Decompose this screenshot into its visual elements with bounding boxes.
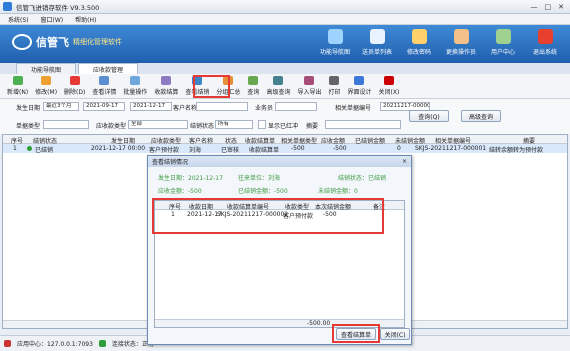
salesman-input[interactable]	[275, 102, 317, 111]
title-bar: 信管飞进销存软件 V9.3.500 — □ ✕	[0, 0, 570, 14]
table-row[interactable]: 1 已结销 2021-12-17 00:00 客户预付款 刘海 已审核 收款结算…	[3, 144, 567, 154]
info-status: 结销状态：已结销	[338, 175, 387, 182]
connection-icon	[98, 340, 106, 347]
header-banner: 信管飞 精细化管理软件 功能导航图 送员单列表 修改密码 更换操作员 用户中心 …	[0, 25, 570, 63]
view-button-highlight	[332, 324, 380, 343]
settle-icon	[161, 76, 172, 85]
import-export-button[interactable]: 导入导出	[294, 75, 324, 97]
query-submit-button[interactable]: 查询(Q)	[409, 110, 449, 122]
toolbar-highlight	[193, 75, 230, 98]
salesman-label: 业务员	[255, 105, 274, 112]
batch-icon	[130, 76, 141, 85]
ui-design-button[interactable]: 界面设计	[344, 75, 374, 97]
toolbar: 新增(N) 修改(M) 删除(D) 查看详情 批量操作 收款结算 查看结销 分组…	[0, 74, 570, 99]
search-icon	[248, 76, 259, 85]
key-icon	[411, 29, 427, 44]
user-center-button[interactable]: 用户中心	[488, 29, 518, 56]
customer-input[interactable]	[196, 102, 248, 111]
table-header: 序号 结销状态 发生日期 应收款类型 客户名称 状态 收款结算单 相关单据类型 …	[3, 135, 567, 145]
info-amount: 应收金额：-500	[158, 188, 202, 195]
import-export-icon	[304, 76, 315, 85]
minimize-icon[interactable]: —	[531, 3, 538, 11]
dialog-title: 查看结销情况	[152, 159, 189, 166]
dialog-close-icon[interactable]: ×	[402, 158, 407, 165]
print-button[interactable]: 打印	[325, 75, 343, 97]
dialog-title-bar: 查看结销情况 ×	[148, 156, 411, 167]
menu-bar: 系统(S) 窗口(W) 帮助(H)	[0, 14, 570, 25]
print-icon	[329, 76, 340, 85]
recv-type-select[interactable]: 全部	[128, 120, 188, 129]
close-tab-button[interactable]: 关闭(X)	[376, 75, 403, 97]
monitor-icon	[327, 29, 343, 44]
writeoff-dialog: 查看结销情况 × 发生日期：2021-12-17 往来单位：刘海 结销状态：已结…	[147, 155, 412, 345]
close-icon	[383, 76, 394, 85]
footer-total: -500.00	[307, 320, 331, 327]
tab-nav-map[interactable]: 功能导航图	[16, 63, 76, 74]
customer-label: 客户名称	[173, 105, 198, 112]
doc-type-input[interactable]	[43, 120, 89, 129]
window-title: 信管飞进销存软件 V9.3.500	[16, 3, 100, 12]
remark-input[interactable]	[325, 120, 401, 129]
user-switch-icon	[453, 29, 469, 44]
status-select[interactable]: 所有	[215, 120, 253, 129]
switch-operator-button[interactable]: 更换操作员	[446, 29, 476, 56]
change-password-button[interactable]: 修改密码	[404, 29, 434, 56]
tab-bar: 功能导航图 应收款管理	[0, 63, 570, 74]
grid-highlight	[152, 198, 384, 234]
add-icon	[12, 76, 23, 85]
details-icon	[99, 76, 110, 85]
edit-button[interactable]: 修改(M)	[32, 75, 60, 97]
list-icon	[369, 29, 385, 44]
filter-panel: 发生日期 最近3个月 2021-09-17 2021-12-17 客户名称 业务…	[0, 99, 570, 134]
delivery-list-button[interactable]: 送员单列表	[362, 29, 392, 56]
delete-icon	[69, 76, 80, 85]
app-logo-icon	[3, 2, 12, 11]
advanced-query-submit-button[interactable]: 高级查询	[461, 110, 501, 122]
batch-button[interactable]: 批量操作	[120, 75, 150, 97]
recv-type-label: 应收款类型	[96, 123, 127, 130]
ref-label: 相关单据编号	[335, 105, 372, 112]
date-range-select[interactable]: 最近3个月	[43, 102, 79, 111]
exit-button[interactable]: 退出系统	[530, 29, 560, 56]
status-dot-icon	[27, 146, 32, 151]
add-button[interactable]: 新增(N)	[4, 75, 31, 97]
power-icon	[537, 29, 553, 44]
nav-map-button[interactable]: 功能导航图	[320, 29, 350, 56]
status-label: 结销状态	[190, 123, 215, 130]
menu-window[interactable]: 窗口(W)	[41, 15, 64, 24]
delete-button[interactable]: 删除(D)	[61, 75, 88, 97]
advanced-search-icon	[273, 76, 284, 85]
server-status: 应用中心：127.0.0.1:7093	[17, 341, 93, 348]
info-unit: 往来单位：刘海	[238, 175, 281, 182]
menu-system[interactable]: 系统(S)	[8, 15, 29, 24]
design-icon	[354, 76, 365, 85]
view-details-button[interactable]: 查看详情	[89, 75, 119, 97]
close-icon[interactable]: ✕	[558, 3, 564, 11]
query-button[interactable]: 查询	[244, 75, 262, 97]
edit-icon	[41, 76, 52, 85]
users-icon	[495, 29, 511, 44]
brand-logo-icon	[12, 34, 32, 50]
maximize-icon[interactable]: □	[545, 3, 552, 11]
info-written: 已结销金额：-500	[238, 188, 288, 195]
info-date: 发生日期：2021-12-17	[158, 175, 223, 182]
info-unwritten: 未结销金额：0	[318, 188, 358, 195]
settle-button[interactable]: 收款结算	[151, 75, 181, 97]
brand-slogan: 精细化管理软件	[73, 38, 122, 46]
server-icon	[4, 340, 11, 347]
menu-help[interactable]: 帮助(H)	[75, 15, 96, 24]
dialog-close-button[interactable]: 关闭(C)	[380, 328, 410, 340]
advanced-query-button[interactable]: 高级查询	[263, 75, 293, 97]
date-to-input[interactable]: 2021-12-17	[130, 102, 172, 111]
show-reversed-checkbox[interactable]	[258, 120, 266, 129]
date-label: 发生日期	[16, 105, 41, 112]
brand: 信管飞 精细化管理软件	[12, 34, 122, 50]
tab-receivables[interactable]: 应收款管理	[78, 63, 138, 74]
show-reversed-label: 显示已红冲	[268, 123, 299, 130]
date-from-input[interactable]: 2021-09-17	[83, 102, 125, 111]
brand-name: 信管飞	[36, 36, 69, 49]
remark-label: 摘要	[306, 123, 319, 130]
doc-type-label: 单据类型	[16, 123, 41, 130]
